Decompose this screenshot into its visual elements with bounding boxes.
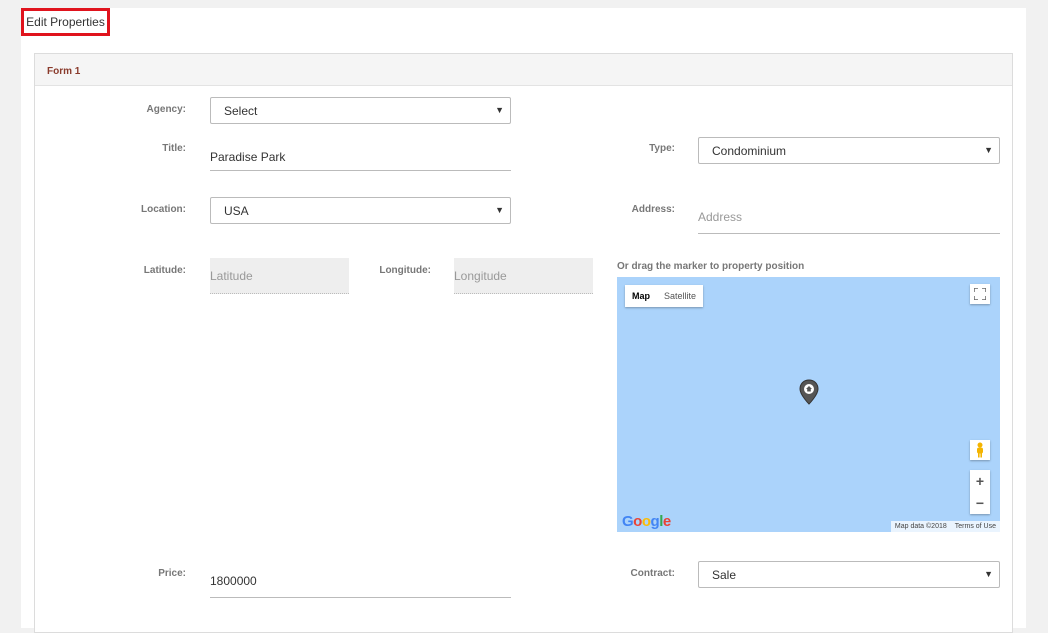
contract-select-value: Sale [712,567,737,582]
address-label: Address: [631,204,675,215]
location-label: Location: [141,204,186,215]
agency-label: Agency: [146,104,186,115]
zoom-out-button[interactable]: − [970,492,990,514]
panel-title: Form 1 [47,66,81,77]
agency-select-value: Select [224,103,258,118]
page-title: Edit Properties [26,15,105,29]
fullscreen-icon[interactable] [970,284,990,304]
longitude-label: Longitude: [379,265,431,276]
map-caption: Or drag the marker to property position [617,261,805,272]
title-input[interactable]: Paradise Park [210,143,511,171]
zoom-in-button[interactable]: + [970,470,990,492]
address-input[interactable]: Address [698,201,1000,234]
location-select[interactable]: USA ▼ [210,197,511,224]
panel-header: Form 1 [35,54,1012,86]
longitude-input[interactable]: Longitude [454,258,593,294]
terms-of-use-link[interactable]: Terms of Use [951,523,1000,530]
title-input-value: Paradise Park [210,149,286,164]
map-data-text: Map data ©2018 [894,523,947,530]
edit-properties-tab[interactable]: Edit Properties [21,8,110,36]
title-label: Title: [162,143,186,154]
contract-label: Contract: [630,568,675,579]
location-select-value: USA [224,203,249,218]
type-label: Type: [649,143,675,154]
chevron-down-icon: ▼ [984,145,993,155]
type-select[interactable]: Condominium ▼ [698,137,1000,164]
map-type-map-button[interactable]: Map [625,285,657,307]
agency-select[interactable]: Select ▼ [210,97,511,124]
price-input[interactable]: 1800000 [210,565,511,598]
map-attribution: Map data ©2018 Terms of Use [890,521,1000,532]
map-type-satellite-button[interactable]: Satellite [657,285,703,307]
latitude-placeholder: Latitude [210,268,253,283]
contract-select[interactable]: Sale ▼ [698,561,1000,588]
latitude-input[interactable]: Latitude [210,258,349,294]
zoom-control: + − [970,470,990,514]
latitude-label: Latitude: [143,265,186,276]
map-marker-icon[interactable] [798,379,820,410]
map-view[interactable]: Map Satellite + − Google Map data ©2018 … [617,277,1000,532]
chevron-down-icon: ▼ [984,569,993,579]
fullscreen-icon-svg [974,288,986,300]
price-input-value: 1800000 [210,574,257,588]
map-type-control: Map Satellite [625,285,704,307]
address-placeholder: Address [698,210,743,224]
price-label: Price: [158,568,186,579]
google-logo: Google [622,513,671,530]
chevron-down-icon: ▼ [495,205,504,215]
longitude-placeholder: Longitude [454,268,507,283]
street-view-pegman-icon[interactable] [970,440,990,460]
type-select-value: Condominium [712,143,787,158]
chevron-down-icon: ▼ [495,105,504,115]
